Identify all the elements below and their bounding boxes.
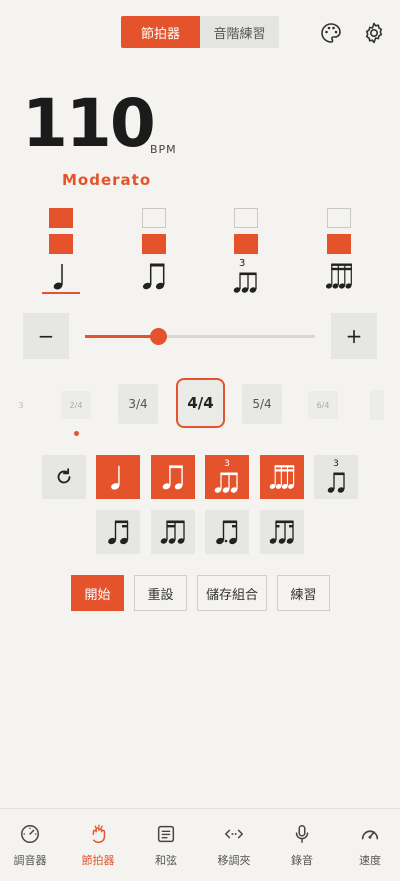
beat-2-main-box[interactable]	[142, 234, 166, 254]
rotate-icon	[57, 468, 71, 484]
beat-4[interactable]	[327, 208, 353, 260]
time-signature-option[interactable]	[370, 390, 384, 420]
sixteenth-notes-icon[interactable]	[324, 258, 354, 294]
nav-tuner-label: 調音器	[13, 854, 47, 867]
reset-pattern-button[interactable]	[42, 455, 86, 499]
pattern-triplet[interactable]: 3	[205, 455, 249, 499]
metronome-hand-icon	[92, 824, 106, 843]
triplet-label: 3	[224, 458, 230, 469]
nav-recording-label: 錄音	[291, 854, 313, 867]
time-signature-option[interactable]: 3	[13, 390, 29, 420]
bpm-unit: BPM	[150, 143, 177, 156]
speedometer-icon	[361, 830, 379, 840]
quarter-note-icon[interactable]	[46, 258, 76, 294]
beat-1-accent-box[interactable]	[49, 208, 73, 228]
eighth-notes-icon[interactable]	[139, 258, 169, 294]
time-signature-option[interactable]: 3/4	[118, 384, 158, 424]
beat-1[interactable]	[49, 208, 75, 260]
nav-tuner[interactable]: 調音器	[0, 823, 62, 868]
pattern-eighths[interactable]	[151, 455, 195, 499]
settings-gear-icon[interactable]	[362, 21, 386, 45]
nav-chords-label: 和弦	[155, 854, 177, 867]
nav-chords[interactable]: 和弦	[134, 823, 198, 868]
nav-metronome-label: 節拍器	[81, 854, 115, 867]
pattern-triplet-rest[interactable]: 3	[314, 455, 358, 499]
page-indicator-dot	[74, 431, 79, 436]
triplet-rest-icon	[327, 472, 345, 493]
pattern-eighth-two-sixteenths[interactable]	[96, 510, 140, 554]
time-signature-option[interactable]: 5/4	[242, 384, 282, 424]
eighth-notes-icon	[162, 465, 183, 490]
palette-icon[interactable]	[319, 21, 343, 45]
beat-3-main-box[interactable]	[234, 234, 258, 254]
nav-capo-label: 移調夾	[217, 854, 251, 867]
capo-arrows-icon	[225, 829, 243, 839]
beat-3[interactable]	[234, 208, 260, 260]
triplet-icon	[214, 472, 238, 493]
eighth-two-sixteenths-icon	[108, 520, 129, 545]
two-sixteenths-eighth-icon	[160, 520, 185, 544]
chord-list-icon	[157, 825, 175, 843]
tab-scale-practice[interactable]: 音階練習	[200, 16, 279, 48]
tempo-decrease-button[interactable]: −	[23, 313, 69, 359]
beat-3-accent-box[interactable]	[234, 208, 258, 228]
pattern-two-sixteenths-eighth[interactable]	[151, 510, 195, 554]
nav-capo[interactable]: 移調夾	[202, 823, 266, 868]
bpm-value[interactable]: 110	[22, 84, 156, 164]
time-signature-selected[interactable]: 4/4	[176, 378, 225, 428]
nav-speed[interactable]: 速度	[338, 823, 400, 868]
tempo-marking: Moderato	[62, 171, 152, 189]
tempo-slider-fill	[85, 335, 159, 338]
nav-recording[interactable]: 錄音	[270, 823, 334, 868]
tempo-increase-button[interactable]: +	[331, 313, 377, 359]
practice-button[interactable]: 練習	[277, 575, 330, 611]
pattern-sixteenths[interactable]	[260, 455, 304, 499]
triplet-icon[interactable]	[231, 262, 261, 298]
tuner-dial-icon	[21, 825, 39, 843]
sixteenth-eighth-sixteenth-icon	[269, 520, 294, 544]
beat-4-main-box[interactable]	[327, 234, 351, 254]
beat-4-accent-box[interactable]	[327, 208, 351, 228]
microphone-icon	[295, 825, 309, 843]
pattern-quarter[interactable]	[96, 455, 140, 499]
sixteenth-notes-icon	[269, 465, 295, 489]
start-button[interactable]: 開始	[71, 575, 124, 611]
beat-1-main-box[interactable]	[49, 234, 73, 254]
beat-2[interactable]	[142, 208, 168, 260]
beat-2-accent-box[interactable]	[142, 208, 166, 228]
reset-button[interactable]: 重設	[134, 575, 187, 611]
pattern-dotted-eighth-sixteenth[interactable]	[205, 510, 249, 554]
time-signature-option[interactable]: 2/4	[61, 391, 91, 419]
triplet-label: 3	[333, 458, 339, 469]
tab-metronome[interactable]: 節拍器	[121, 16, 200, 48]
dotted-eighth-sixteenth-icon	[216, 520, 238, 545]
quarter-note-icon	[111, 465, 120, 490]
nav-metronome[interactable]: 節拍器	[66, 823, 130, 868]
mode-switch: 節拍器 音階練習	[121, 16, 279, 48]
tempo-slider-thumb[interactable]	[150, 328, 168, 345]
bottom-navigation: 調音器 節拍器 和弦 移調夾 錄音 速度	[0, 808, 400, 881]
pattern-sixteenth-eighth-sixteenth[interactable]	[260, 510, 304, 554]
nav-speed-label: 速度	[359, 854, 381, 867]
beat-selected-indicator	[42, 292, 80, 294]
time-signature-option[interactable]: 6/4	[308, 391, 338, 419]
save-preset-button[interactable]: 儲存組合	[197, 575, 267, 611]
